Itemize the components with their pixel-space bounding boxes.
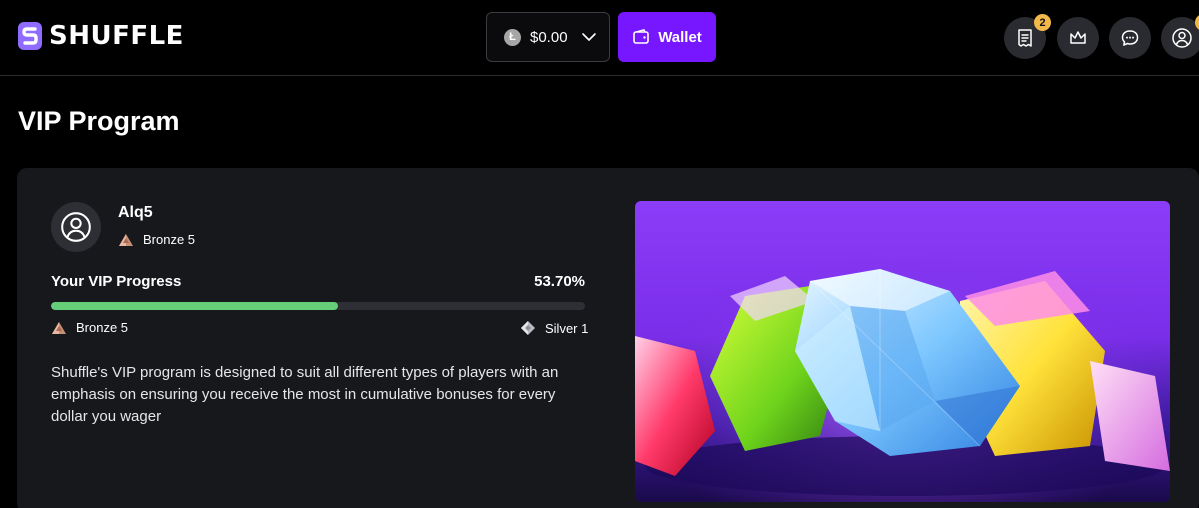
next-tier-label: Silver 1 [545,320,589,336]
vip-button[interactable] [1057,17,1099,59]
balance-selector[interactable]: Ł $0.00 [486,12,610,62]
chat-button[interactable] [1109,17,1151,59]
user-avatar-icon [61,212,91,242]
profile-button[interactable]: 4 [1161,14,1199,59]
user-circle-icon [1172,28,1192,48]
chevron-down-icon [581,33,596,41]
wallet-label: Wallet [658,28,702,46]
top-header: SHUFFLE Ł $0.00 Wallet 2 [0,0,1199,76]
current-tier-marker: Bronze 5 [51,320,128,335]
silver-tier-icon [521,321,535,335]
receipt-icon [1018,29,1032,47]
username: Alq5 [118,204,153,221]
wallet-icon [633,29,649,44]
notifications-button[interactable]: 2 [1004,14,1051,59]
avatar [51,202,101,252]
litecoin-icon: Ł [504,28,521,46]
logo-text: SHUFFLE [49,21,184,51]
user-tier: Bronze 5 [118,232,195,247]
crown-icon [1070,31,1086,44]
vip-gems-banner-image [635,201,1170,502]
balance-amount: $0.00 [530,28,568,46]
wallet-button[interactable]: Wallet [618,12,716,62]
profile-badge: 4 [1195,14,1199,31]
vip-progress-percent: 53.70% [534,273,585,290]
vip-progress-bar [51,302,585,310]
notifications-badge: 2 [1034,14,1051,31]
chat-bubble-icon [1121,30,1139,46]
shuffle-logo[interactable]: SHUFFLE [17,21,184,51]
current-tier-label: Bronze 5 [76,320,129,335]
vip-progress-fill [51,302,338,310]
page-title: VIP Program [18,106,180,136]
shuffle-logo-icon [18,22,42,50]
vip-description: Shuffle's VIP program is designed to sui… [51,364,559,425]
bronze-tier-icon [52,321,66,334]
bronze-tier-icon [119,233,133,246]
vip-progress-label: Your VIP Progress [51,273,182,290]
user-tier-label: Bronze 5 [143,232,196,247]
next-tier-marker: Silver 1 [520,320,588,336]
